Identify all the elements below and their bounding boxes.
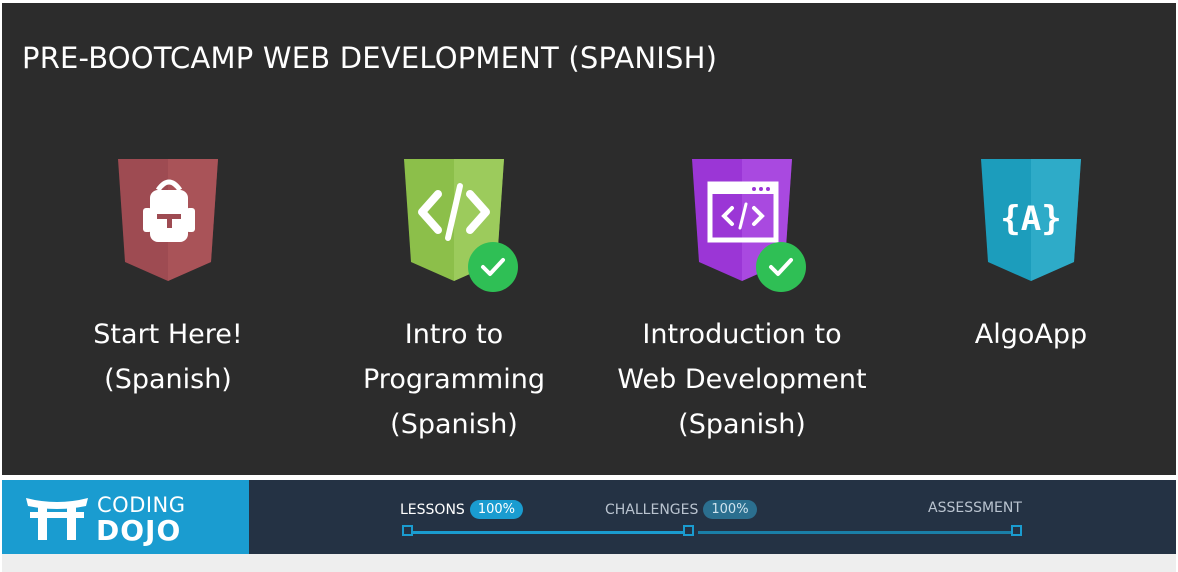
course-intro-web-dev[interactable]: Introduction to Web Development (Spanish…: [597, 156, 887, 447]
step-challenges[interactable]: CHALLENGES 100%: [605, 500, 757, 519]
course-label: Start Here! (Spanish): [93, 319, 243, 395]
logo-text-bottom: DOJO: [96, 514, 182, 547]
algo-braces-icon: {A}: [977, 156, 1085, 286]
completed-check-icon: [756, 242, 806, 292]
code-icon: [400, 156, 518, 292]
coding-dojo-logo[interactable]: CODING DOJO: [2, 480, 249, 554]
step-label: ASSESSMENT: [928, 500, 1022, 516]
backpack-icon: [114, 156, 222, 286]
browser-code-icon: [688, 156, 806, 292]
progress-node-challenges[interactable]: [683, 525, 694, 536]
footer-strip: [2, 554, 1176, 572]
progress-track-challenges: [698, 531, 1013, 534]
course-start-here[interactable]: Start Here! (Spanish): [23, 156, 313, 402]
svg-text:{A}: {A}: [1000, 199, 1061, 239]
progress-node-assessment[interactable]: [1011, 525, 1022, 536]
step-lessons[interactable]: LESSONS 100%: [400, 500, 523, 519]
course-label: AlgoApp: [974, 319, 1088, 350]
progress-node-lessons[interactable]: [402, 525, 413, 536]
step-label: CHALLENGES: [605, 501, 699, 518]
progress-nav: CODING DOJO LESSONS 100% CHALLENGES 100%…: [2, 480, 1176, 554]
torii-gate-icon: [26, 498, 88, 540]
progress-badge: 100%: [469, 500, 523, 519]
course-intro-programming[interactable]: Intro to Programming (Spanish): [309, 156, 599, 447]
completed-check-icon: [468, 242, 518, 292]
course-algoapp[interactable]: {A} AlgoApp: [886, 156, 1176, 357]
course-panel: PRE-BOOTCAMP WEB DEVELOPMENT (SPANISH) S…: [2, 3, 1176, 475]
progress-track-lessons: [413, 531, 687, 534]
course-label: Intro to Programming (Spanish): [363, 319, 545, 440]
step-assessment[interactable]: ASSESSMENT: [928, 500, 1022, 516]
course-label: Introduction to Web Development (Spanish…: [617, 319, 867, 440]
step-label: LESSONS: [400, 501, 465, 518]
panel-title: PRE-BOOTCAMP WEB DEVELOPMENT (SPANISH): [22, 41, 718, 75]
progress-badge: 100%: [703, 500, 757, 519]
